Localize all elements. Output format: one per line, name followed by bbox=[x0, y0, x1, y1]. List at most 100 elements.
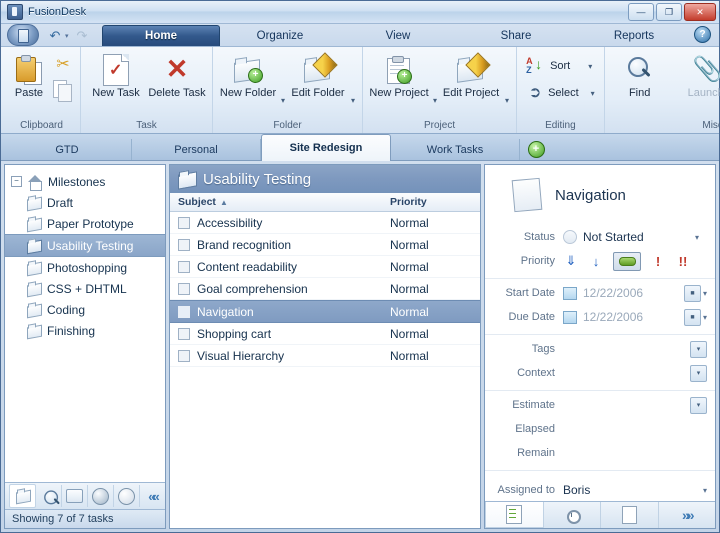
tab-home[interactable]: Home bbox=[102, 25, 220, 46]
due-date-caret-icon[interactable]: ▾ bbox=[703, 313, 707, 322]
redo-icon[interactable]: ↷ bbox=[74, 28, 90, 44]
project-tab-gtd[interactable]: GTD bbox=[3, 139, 132, 160]
select-caret-icon[interactable]: ▾ bbox=[589, 89, 597, 98]
new-project-button[interactable]: + New Project bbox=[368, 51, 430, 99]
application-menu-orb[interactable] bbox=[7, 24, 39, 46]
group-label-folder: Folder bbox=[273, 120, 302, 131]
tree-node-css-dhtml[interactable]: CSS + DHTML bbox=[5, 278, 165, 299]
tab-share[interactable]: Share bbox=[458, 26, 574, 46]
start-date-picker-button[interactable]: ■ bbox=[683, 284, 701, 302]
task-document-icon bbox=[511, 177, 543, 213]
tree-node-finishing[interactable]: Finishing bbox=[5, 320, 165, 341]
assigned-to-value[interactable]: Boris bbox=[563, 483, 703, 497]
edit-folder-button[interactable]: Edit Folder bbox=[288, 51, 348, 99]
project-tab-site-redesign[interactable]: Site Redesign bbox=[261, 134, 391, 161]
sidebar-clock-button[interactable] bbox=[114, 485, 140, 507]
double-exclamation-icon[interactable]: !! bbox=[675, 253, 691, 269]
table-row[interactable]: Accessibility Normal bbox=[170, 212, 480, 234]
edit-folder-label: Edit Folder bbox=[291, 87, 345, 99]
tree-node-photoshopping[interactable]: Photoshopping bbox=[5, 257, 165, 278]
status-caret-icon[interactable]: ▾ bbox=[695, 233, 707, 242]
ribbon-body: Paste ✂ Clipboard ✓ New Task ✕ Delete Ta… bbox=[1, 46, 720, 134]
table-row[interactable]: Goal comprehension Normal bbox=[170, 278, 480, 300]
detail-section-time: Estimate ▾ Elapsed Remain bbox=[485, 391, 715, 471]
sidebar-folders-button[interactable] bbox=[9, 484, 36, 508]
row-checkbox[interactable] bbox=[178, 216, 190, 229]
due-date-value-group[interactable]: 12/22/2006 bbox=[563, 310, 684, 324]
row-checkbox[interactable] bbox=[178, 327, 190, 340]
assigned-to-caret-icon[interactable]: ▾ bbox=[703, 486, 707, 495]
new-task-button[interactable]: ✓ New Task bbox=[86, 51, 146, 99]
paste-button[interactable]: Paste bbox=[8, 51, 50, 99]
table-row[interactable]: Content readability Normal bbox=[170, 256, 480, 278]
exclamation-icon[interactable]: ! bbox=[650, 253, 666, 269]
project-tab-personal[interactable]: Personal bbox=[132, 139, 261, 160]
new-folder-button[interactable]: + New Folder bbox=[218, 51, 278, 99]
column-header-priority[interactable]: Priority bbox=[388, 196, 480, 208]
sort-button[interactable]: A Z ↓ Sort ▾ bbox=[524, 55, 596, 77]
close-button[interactable]: ✕ bbox=[684, 3, 716, 21]
detail-tab-time[interactable] bbox=[544, 502, 601, 528]
sort-caret-icon[interactable]: ▾ bbox=[586, 62, 594, 71]
due-date-picker-button[interactable]: ■ bbox=[683, 308, 701, 326]
context-dropdown-button[interactable]: ▾ bbox=[690, 364, 707, 382]
tree-node-draft[interactable]: Draft bbox=[5, 192, 165, 213]
minimize-button[interactable]: — bbox=[628, 3, 654, 21]
normal-pill-icon[interactable] bbox=[613, 251, 641, 271]
maximize-button[interactable]: ❐ bbox=[656, 3, 682, 21]
project-tab-bar: GTD Personal Site Redesign Work Tasks + bbox=[1, 134, 719, 161]
tree-node-paper-prototype[interactable]: Paper Prototype bbox=[5, 213, 165, 234]
help-icon[interactable]: ? bbox=[694, 26, 711, 43]
sidebar-context-button[interactable] bbox=[88, 485, 114, 507]
start-date-caret-icon[interactable]: ▾ bbox=[703, 289, 707, 298]
row-checkbox[interactable] bbox=[178, 305, 190, 318]
launch-button[interactable]: 📎 Launch bbox=[676, 51, 720, 99]
project-tab-work-tasks[interactable]: Work Tasks bbox=[391, 139, 520, 160]
row-checkbox[interactable] bbox=[178, 238, 190, 251]
new-project-caret-icon[interactable]: ▾ bbox=[431, 96, 439, 119]
table-row[interactable]: Shopping cart Normal bbox=[170, 323, 480, 345]
edit-folder-caret-icon[interactable]: ▾ bbox=[349, 96, 357, 119]
select-button[interactable]: ➲ Select ▾ bbox=[524, 83, 599, 103]
status-value-group[interactable]: Not Started bbox=[563, 230, 695, 244]
table-row[interactable]: Brand recognition Normal bbox=[170, 234, 480, 256]
tab-view[interactable]: View bbox=[340, 26, 456, 46]
expander-icon[interactable]: − bbox=[11, 176, 22, 187]
row-checkbox[interactable] bbox=[178, 282, 190, 295]
estimate-dropdown-button[interactable]: ▾ bbox=[690, 396, 707, 414]
tags-dropdown-button[interactable]: ▾ bbox=[690, 340, 707, 358]
copy-button[interactable] bbox=[51, 79, 75, 103]
detail-expand-button[interactable]: »» bbox=[659, 502, 716, 528]
tree-node-coding[interactable]: Coding bbox=[5, 299, 165, 320]
double-down-arrow-icon[interactable]: ⇓ bbox=[563, 253, 579, 269]
sidebar-tags-button[interactable] bbox=[62, 485, 88, 507]
cut-button[interactable]: ✂ bbox=[51, 55, 75, 75]
sidebar-search-button[interactable] bbox=[36, 485, 62, 507]
find-label: Find bbox=[628, 87, 651, 99]
status-bar: Showing 7 of 7 tasks bbox=[5, 509, 165, 528]
table-row[interactable]: Visual Hierarchy Normal bbox=[170, 345, 480, 367]
sidebar-collapse-button[interactable]: «« bbox=[140, 485, 165, 507]
start-date-value-group[interactable]: 12/22/2006 bbox=[563, 286, 684, 300]
column-header-subject[interactable]: Subject ▲ bbox=[170, 196, 388, 208]
detail-tab-task[interactable] bbox=[485, 502, 544, 528]
tab-reports[interactable]: Reports bbox=[576, 26, 692, 46]
edit-project-caret-icon[interactable]: ▾ bbox=[503, 96, 511, 119]
find-button[interactable]: Find bbox=[610, 51, 670, 99]
undo-icon[interactable]: ↶ bbox=[47, 28, 63, 44]
row-subject: Goal comprehension bbox=[197, 281, 308, 296]
table-row[interactable]: Navigation Normal bbox=[170, 300, 480, 323]
row-checkbox[interactable] bbox=[178, 260, 190, 273]
undo-caret-icon[interactable]: ▾ bbox=[65, 32, 72, 40]
new-folder-caret-icon[interactable]: ▾ bbox=[279, 96, 287, 119]
add-project-tab-button[interactable]: + bbox=[520, 139, 552, 160]
tree-node-usability-testing[interactable]: Usability Testing bbox=[5, 234, 165, 257]
field-assigned-to: Assigned to Boris ▾ bbox=[485, 473, 715, 501]
tree-node-milestones[interactable]: − Milestones bbox=[5, 171, 165, 192]
row-checkbox[interactable] bbox=[178, 349, 190, 362]
edit-project-button[interactable]: Edit Project bbox=[440, 51, 502, 99]
tab-organize[interactable]: Organize bbox=[222, 26, 338, 46]
delete-task-button[interactable]: ✕ Delete Task bbox=[147, 51, 207, 100]
down-arrow-icon[interactable]: ↓ bbox=[588, 253, 604, 269]
detail-tab-notes[interactable] bbox=[601, 502, 659, 528]
